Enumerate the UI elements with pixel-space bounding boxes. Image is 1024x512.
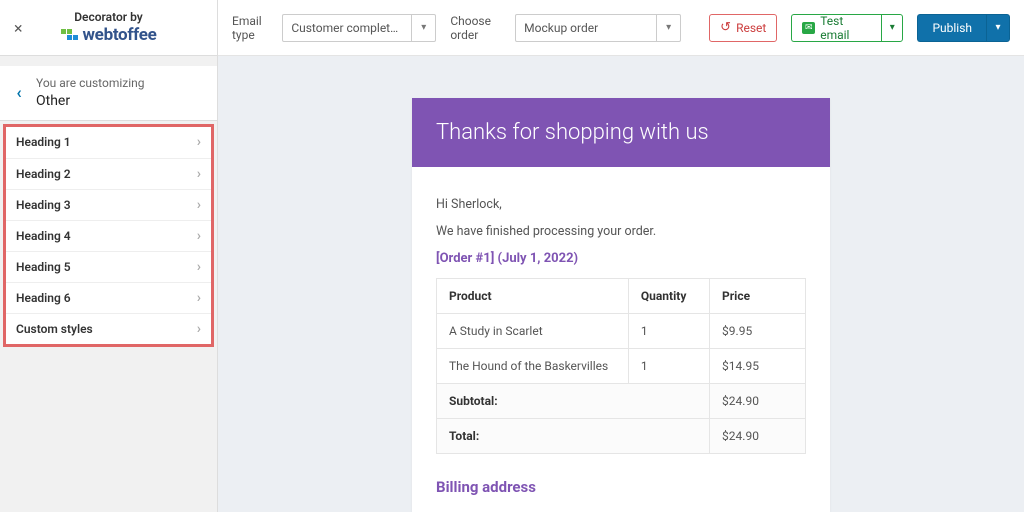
main-area: Email type Customer completed or… ▾ Choo…: [218, 0, 1024, 512]
chevron-right-icon: ›: [197, 166, 201, 182]
billing-heading: Billing address: [436, 478, 806, 496]
col-price: Price: [710, 279, 806, 314]
subtotal-label: Subtotal:: [437, 384, 710, 419]
cell-product: A Study in Scarlet: [437, 314, 629, 349]
preview-area: Thanks for shopping with us Hi Sherlock,…: [218, 56, 1024, 512]
sidebar-item-label: Heading 1: [16, 135, 71, 149]
brand-mark: [61, 29, 79, 40]
sidebar-item-heading-4[interactable]: Heading 4 ›: [6, 220, 211, 251]
email-header: Thanks for shopping with us: [412, 98, 830, 167]
test-email-button[interactable]: ✉ Test email: [791, 14, 881, 42]
test-email-label: Test email: [820, 14, 871, 42]
order-heading: [Order #1] (July 1, 2022): [436, 251, 806, 266]
chevron-down-icon: ▾: [411, 15, 435, 41]
chevron-right-icon: ›: [197, 228, 201, 244]
choose-order-label: Choose order: [450, 14, 507, 42]
email-greeting: Hi Sherlock,: [436, 197, 806, 212]
sidebar-item-label: Heading 6: [16, 291, 71, 305]
choose-order-group: Choose order Mockup order ▾: [450, 14, 681, 42]
brand-wordmark: webtoffee: [83, 25, 157, 45]
email-type-label: Email type: [232, 14, 274, 42]
brand-logo: Decorator by webtoffee: [61, 10, 157, 45]
refresh-icon: ↺: [720, 20, 731, 35]
cell-qty: 1: [628, 314, 709, 349]
email-body: Hi Sherlock, We have finished processing…: [412, 167, 830, 506]
cell-price: $9.95: [710, 314, 806, 349]
total-value: $24.90: [710, 419, 806, 454]
choose-order-select[interactable]: Mockup order ▾: [515, 14, 681, 42]
close-icon[interactable]: ×: [8, 14, 29, 41]
sidebar-header: × Decorator by webtoffee: [0, 0, 217, 56]
publish-split[interactable]: ▾: [986, 14, 1010, 42]
sidebar-item-heading-2[interactable]: Heading 2 ›: [6, 158, 211, 189]
sidebar-item-heading-6[interactable]: Heading 6 ›: [6, 282, 211, 313]
table-row: A Study in Scarlet 1 $9.95: [437, 314, 806, 349]
email-intro: We have finished processing your order.: [436, 224, 806, 239]
order-table: Product Quantity Price A Study in Scarle…: [436, 278, 806, 454]
section-title: Other: [36, 92, 145, 110]
sidebar-item-label: Custom styles: [16, 322, 93, 336]
chevron-right-icon: ›: [197, 321, 201, 337]
total-row: Total: $24.90: [437, 419, 806, 454]
publish-label: Publish: [932, 21, 972, 35]
cell-price: $14.95: [710, 349, 806, 384]
cell-product: The Hound of the Baskervilles: [437, 349, 629, 384]
col-product: Product: [437, 279, 629, 314]
email-type-value: Customer completed or…: [283, 21, 411, 35]
sidebar-item-label: Heading 5: [16, 260, 71, 274]
reset-button[interactable]: ↺ Reset: [709, 14, 777, 42]
col-quantity: Quantity: [628, 279, 709, 314]
sidebar-item-heading-5[interactable]: Heading 5 ›: [6, 251, 211, 282]
reset-label: Reset: [736, 21, 766, 35]
publish-group: Publish ▾: [917, 14, 1010, 42]
publish-button[interactable]: Publish: [917, 14, 986, 42]
sidebar-item-custom-styles[interactable]: Custom styles ›: [6, 313, 211, 344]
highlighted-menu: Heading 1 › Heading 2 › Heading 3 › Head…: [3, 124, 214, 347]
email-type-group: Email type Customer completed or… ▾: [232, 14, 436, 42]
choose-order-value: Mockup order: [516, 21, 656, 35]
sidebar-item-label: Heading 4: [16, 229, 71, 243]
cell-qty: 1: [628, 349, 709, 384]
sidebar-item-label: Heading 3: [16, 198, 71, 212]
customizer-sidebar: × Decorator by webtoffee ‹ You are custo…: [0, 0, 218, 512]
mail-icon: ✉: [802, 22, 815, 34]
test-email-split[interactable]: ▾: [881, 14, 903, 42]
chevron-right-icon: ›: [197, 134, 201, 150]
sidebar-item-label: Heading 2: [16, 167, 71, 181]
section-header: ‹ You are customizing Other: [0, 66, 217, 121]
chevron-down-icon: ▾: [656, 15, 680, 41]
chevron-right-icon: ›: [197, 197, 201, 213]
chevron-right-icon: ›: [197, 259, 201, 275]
topbar: Email type Customer completed or… ▾ Choo…: [218, 0, 1024, 56]
sidebar-item-heading-3[interactable]: Heading 3 ›: [6, 189, 211, 220]
table-row: The Hound of the Baskervilles 1 $14.95: [437, 349, 806, 384]
email-type-select[interactable]: Customer completed or… ▾: [282, 14, 436, 42]
back-button[interactable]: ‹: [6, 80, 32, 106]
test-email-group: ✉ Test email ▾: [791, 14, 903, 42]
sidebar-item-heading-1[interactable]: Heading 1 ›: [6, 127, 211, 158]
chevron-right-icon: ›: [197, 290, 201, 306]
email-preview: Thanks for shopping with us Hi Sherlock,…: [412, 98, 830, 512]
subtotal-value: $24.90: [710, 384, 806, 419]
customizing-label: You are customizing: [36, 76, 145, 92]
total-label: Total:: [437, 419, 710, 454]
brand-top-label: Decorator by: [61, 10, 157, 24]
subtotal-row: Subtotal: $24.90: [437, 384, 806, 419]
